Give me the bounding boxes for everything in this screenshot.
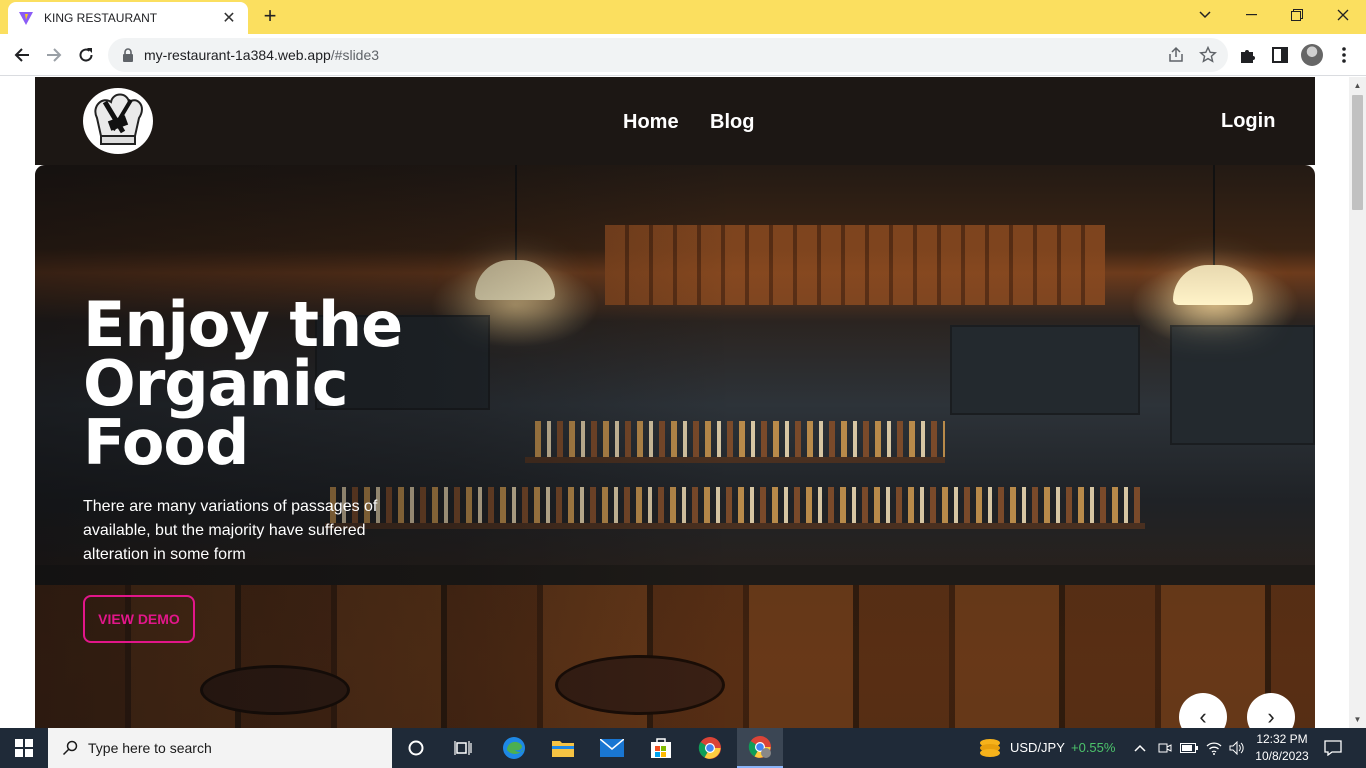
hero-heading: Enjoy the Organic Food	[83, 294, 423, 474]
wifi-icon[interactable]	[1203, 734, 1225, 762]
restore-button[interactable]	[1274, 0, 1320, 30]
cortana-circle-icon[interactable]	[396, 734, 436, 762]
share-icon[interactable]	[1167, 46, 1185, 64]
tab-search-icon[interactable]	[1182, 0, 1228, 30]
new-tab-button[interactable]: +	[258, 5, 282, 29]
minimize-button[interactable]	[1228, 0, 1274, 30]
bookmark-star-icon[interactable]	[1199, 46, 1217, 64]
scrollbar-thumb[interactable]	[1352, 95, 1363, 210]
taskbar-search-box[interactable]: Type here to search	[48, 728, 392, 768]
hero-carousel-slide: Enjoy the Organic Food There are many va…	[35, 165, 1315, 728]
ticker-change: +0.55%	[1071, 740, 1116, 755]
currency-ticker-icon[interactable]	[970, 734, 1010, 762]
volume-icon[interactable]	[1226, 734, 1248, 762]
chef-hat-logo-icon	[87, 90, 149, 152]
nav-blog-link[interactable]: Blog	[710, 111, 754, 134]
pendant-lamp-right	[1173, 265, 1253, 305]
hero-description: There are many variations of passages of…	[83, 498, 378, 563]
nav-login-link[interactable]: Login	[1221, 110, 1275, 133]
browser-titlebar: KING RESTAURANT ✕ +	[0, 0, 1366, 34]
lock-icon	[123, 48, 133, 62]
mail-icon[interactable]	[592, 734, 632, 762]
clock-date: 10/8/2023	[1255, 749, 1309, 763]
back-arrow-icon[interactable]	[7, 40, 37, 70]
tab-title: KING RESTAURANT	[44, 11, 158, 25]
view-demo-button[interactable]: VIEW DEMO	[83, 595, 195, 643]
windows-logo-icon	[15, 739, 33, 757]
notifications-icon[interactable]	[1318, 734, 1348, 762]
site-header: Home Blog Login	[35, 77, 1315, 165]
address-bar[interactable]: my-restaurant-1a384.web.app /#slide3	[108, 38, 1228, 72]
search-icon	[62, 740, 78, 756]
nav-home-link[interactable]: Home	[623, 111, 679, 134]
menu-chalkboard-right	[1170, 325, 1315, 445]
edge-browser-icon[interactable]	[494, 734, 534, 762]
close-window-button[interactable]	[1320, 0, 1366, 30]
task-view-icon[interactable]	[443, 734, 483, 762]
scroll-down-arrow-icon[interactable]: ▼	[1349, 711, 1366, 728]
tab-close-icon[interactable]: ✕	[220, 8, 238, 28]
ticker-symbol: USD/JPY	[1010, 740, 1065, 755]
scroll-up-arrow-icon[interactable]: ▲	[1349, 77, 1366, 94]
windows-taskbar: Type here to search USD/JPY +0.55% 12:32…	[0, 728, 1366, 768]
vite-favicon-icon	[19, 12, 33, 25]
extensions-puzzle-icon[interactable]	[1238, 45, 1258, 65]
browser-toolbar: my-restaurant-1a384.web.app /#slide3	[0, 34, 1366, 76]
meet-now-icon[interactable]	[1155, 734, 1175, 762]
start-button[interactable]	[0, 728, 48, 768]
restaurant-logo[interactable]	[83, 88, 153, 154]
more-menu-icon[interactable]	[1334, 45, 1354, 65]
page-viewport: Home Blog Login Enjoy the Organic Food T…	[0, 77, 1349, 728]
system-clock[interactable]: 12:32 PM 10/8/2023	[1252, 731, 1312, 765]
chrome-profile-active-icon[interactable]	[737, 728, 783, 768]
battery-icon[interactable]	[1178, 734, 1200, 762]
file-explorer-icon[interactable]	[543, 734, 583, 762]
taskbar-search-placeholder: Type here to search	[88, 740, 212, 756]
menu-chalkboard-center	[950, 325, 1140, 415]
chrome-icon[interactable]	[690, 734, 730, 762]
hero-heading-line3: Food	[83, 406, 249, 479]
browser-tab[interactable]: KING RESTAURANT ✕	[8, 2, 248, 34]
side-panel-icon[interactable]	[1270, 45, 1290, 65]
profile-avatar[interactable]	[1301, 44, 1323, 66]
reload-icon[interactable]	[71, 40, 101, 70]
url-path: /#slide3	[330, 47, 380, 63]
clock-time: 12:32 PM	[1256, 732, 1308, 746]
url-host: my-restaurant-1a384.web.app	[144, 47, 331, 63]
show-hidden-icons-chevron-icon[interactable]	[1130, 734, 1150, 762]
store-icon[interactable]	[641, 734, 681, 762]
lamp-cord-right	[1213, 165, 1215, 265]
forward-arrow-icon[interactable]	[39, 40, 69, 70]
